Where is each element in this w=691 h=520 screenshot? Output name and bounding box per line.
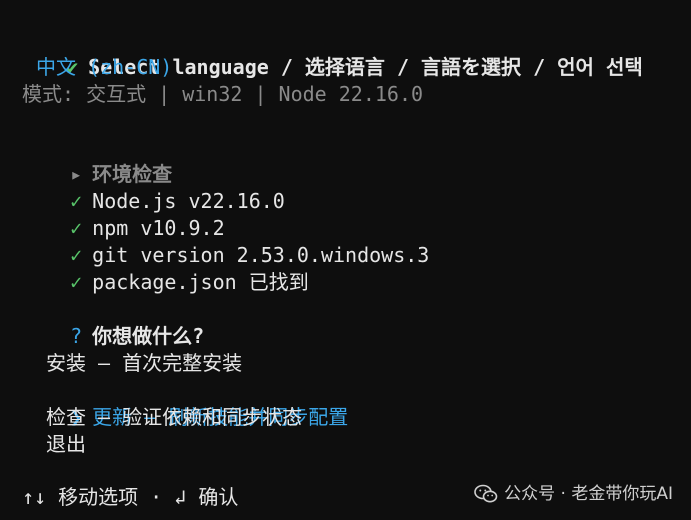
question-mark-icon: ? bbox=[70, 324, 83, 348]
language-prompt-line: ✔ Select language / 选择语言 / 言語を選択 / 언어 선택 bbox=[18, 27, 643, 79]
env-check-item: ✓ npm v10.9.2 bbox=[22, 188, 224, 240]
env-check-header: ▸ 环境检查 bbox=[22, 134, 172, 186]
footer-hint: ↑↓ 移动选项 · ↲ 确认 bbox=[22, 485, 239, 509]
watermark: 公众号 · 老金带你玩AI bbox=[474, 482, 673, 506]
menu-question-line: ? 你想做什么? bbox=[22, 296, 204, 348]
wechat-icon bbox=[474, 484, 498, 503]
env-check-item: ✓ package.json 已找到 bbox=[22, 242, 309, 294]
check-icon: ✓ bbox=[70, 270, 83, 294]
terminal-window: ✔ Select language / 选择语言 / 言語を選択 / 언어 선택 … bbox=[0, 0, 691, 520]
env-check-item: ✓ Node.js v22.16.0 bbox=[22, 161, 285, 213]
env-check-item-text: package.json 已找到 bbox=[92, 270, 309, 294]
env-check-item: ✓ git version 2.53.0.windows.3 bbox=[22, 215, 429, 267]
menu-option-update[interactable]: ❯ 更新 — 刷新技能并同步配置 bbox=[22, 377, 348, 429]
watermark-text: 公众号 · 老金带你玩AI bbox=[504, 484, 673, 504]
menu-option-exit[interactable]: 退出 bbox=[46, 431, 86, 458]
menu-option-check[interactable]: 检查 — 验证依赖和同步状态 bbox=[46, 404, 302, 431]
menu-option-install[interactable]: 安装 — 首次完整安装 bbox=[46, 350, 242, 377]
menu-question: 你想做什么? bbox=[92, 324, 205, 348]
language-answer: 中文 (zh-CN) bbox=[36, 55, 173, 79]
mode-line: 模式: 交互式 | win32 | Node 22.16.0 bbox=[22, 82, 424, 106]
